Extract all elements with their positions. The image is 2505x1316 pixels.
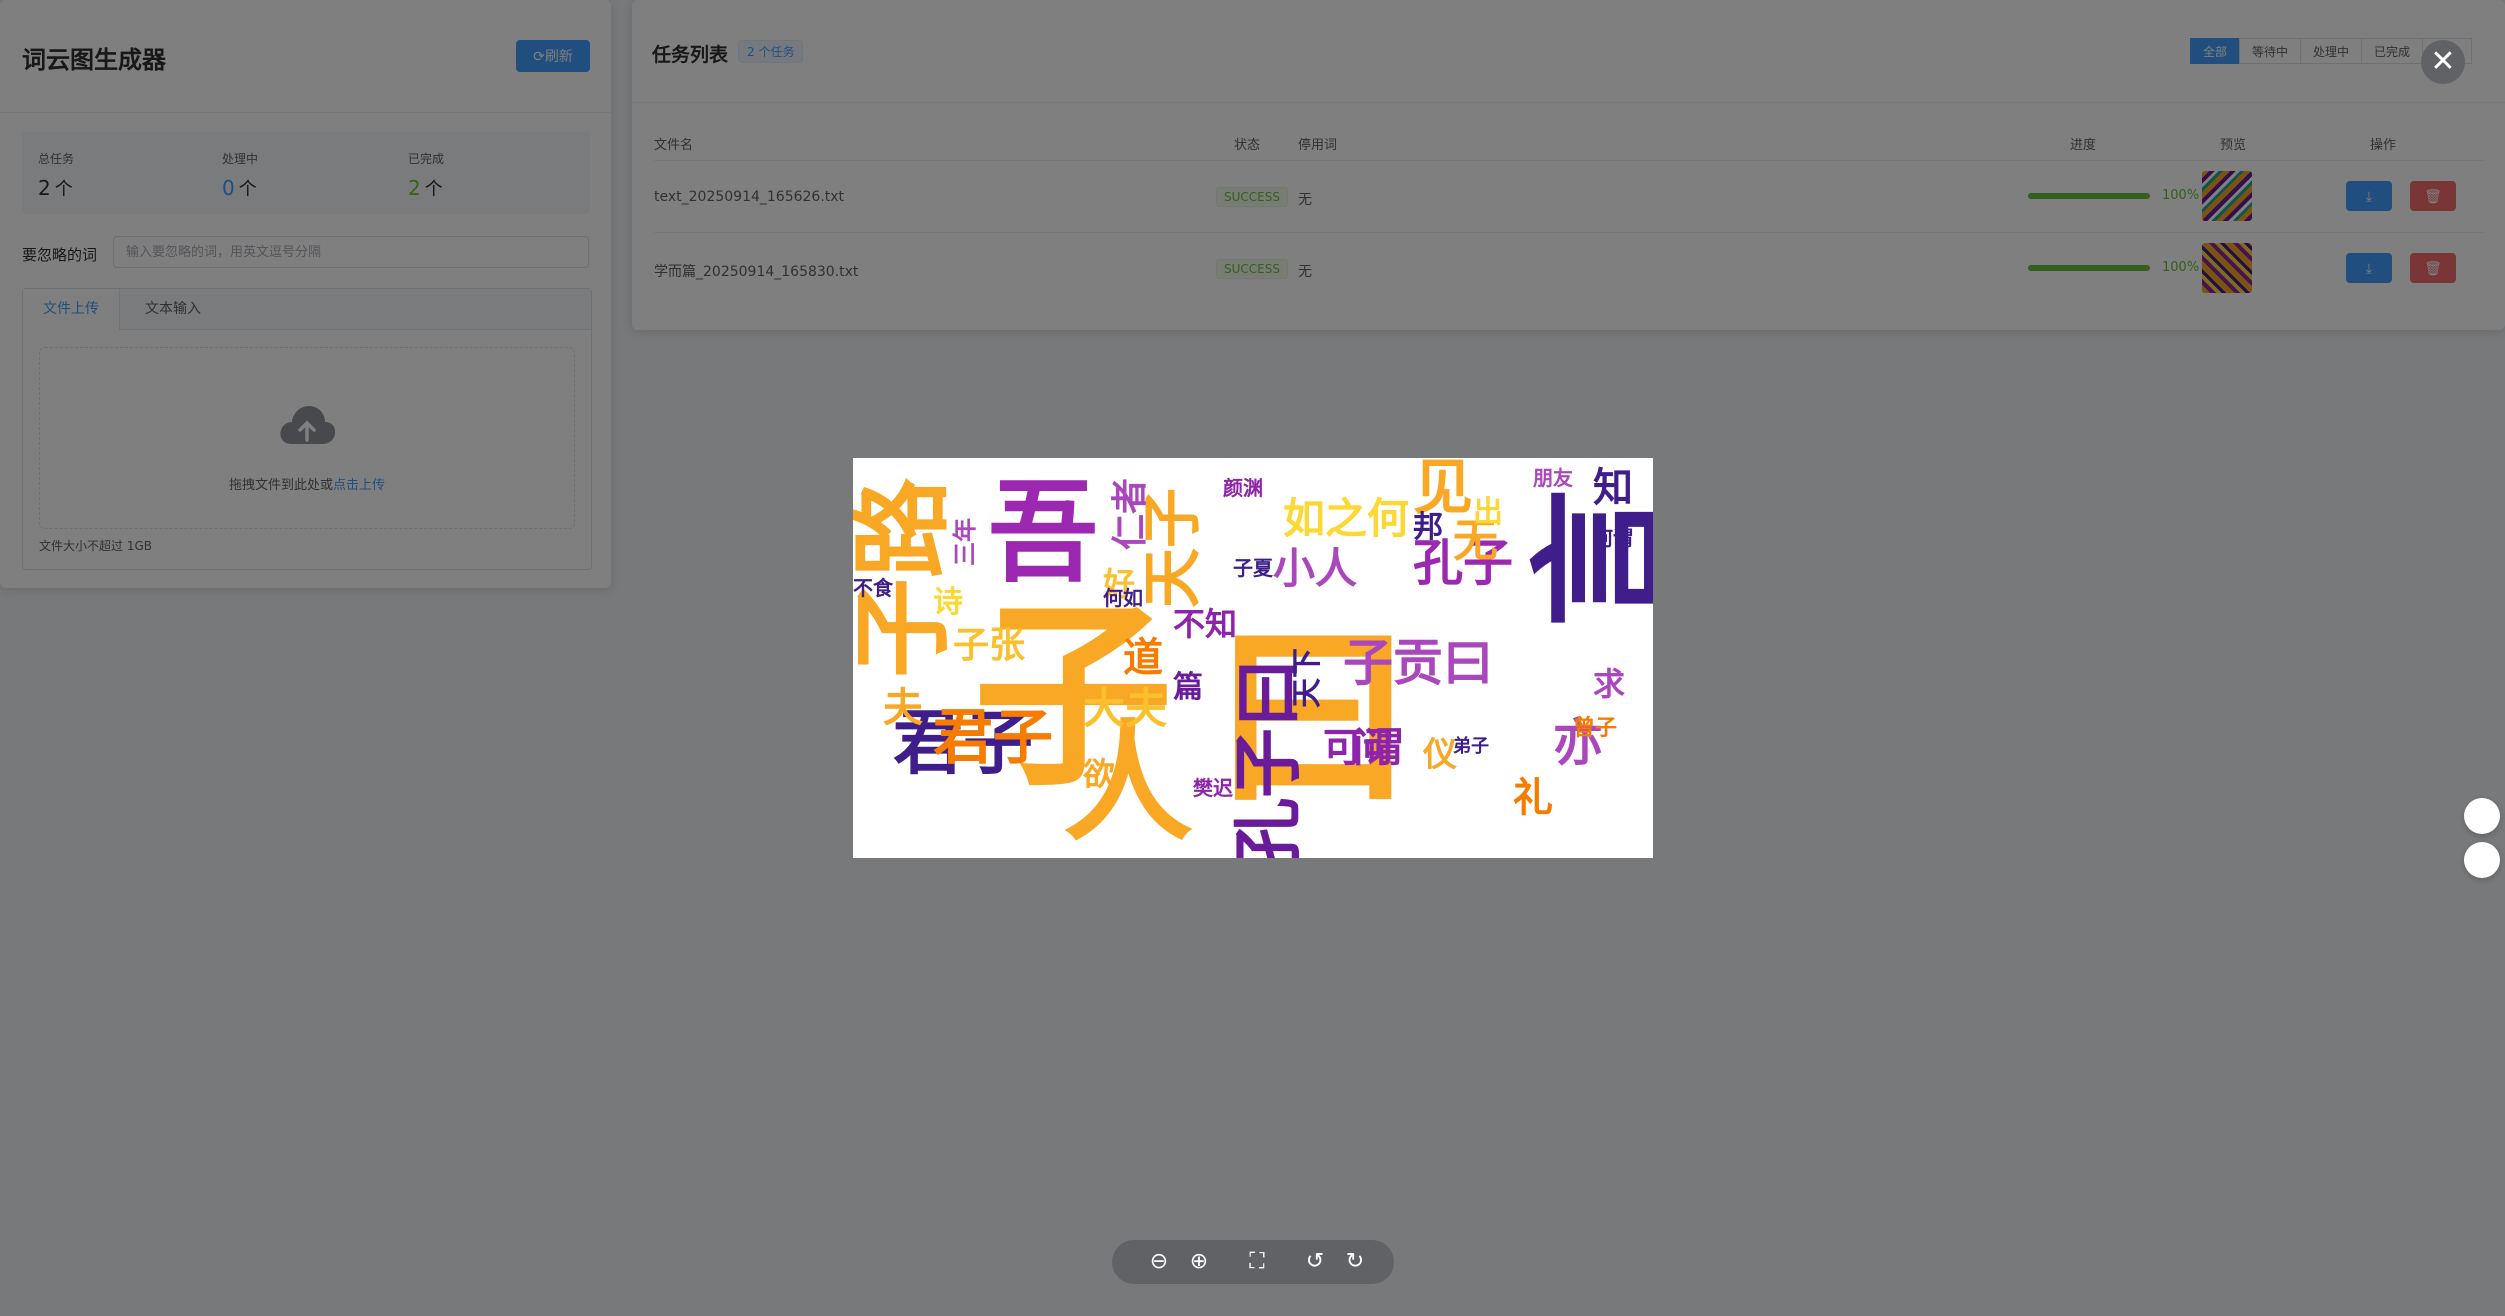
close-viewer-button[interactable]: ✕ (2421, 40, 2465, 84)
wordcloud-word: 见 (1413, 458, 1473, 523)
wordcloud-word: 曾子 (1573, 716, 1618, 741)
wordcloud-word: 樊迟 (1193, 776, 1233, 800)
wordcloud-word: 不知 (1173, 605, 1238, 643)
side-assistant-button[interactable] (2464, 842, 2500, 878)
wordcloud-word: 礼 (1513, 775, 1553, 821)
wordcloud-word: 颜渊 (1223, 476, 1263, 500)
wordcloud-word: 篇 (1173, 670, 1203, 705)
wordcloud-preview-image[interactable]: 子曰人君子吾子路言孔子曰子贡曰天子如之何小人见孔子君子可谓大夫知无仁者道问亦礼好… (853, 458, 1653, 858)
image-viewer-overlay[interactable]: 子曰人君子吾子路言孔子曰子贡曰天子如之何小人见孔子君子可谓大夫知无仁者道问亦礼好… (0, 0, 2505, 1316)
wordcloud-word: 道 (1123, 635, 1163, 681)
wordcloud-word: 大夫 (1083, 684, 1168, 733)
wordcloud-word: 诗 (933, 585, 963, 620)
wordcloud-word: 何如 (1103, 586, 1143, 610)
wordcloud-word: 如之何 (1283, 494, 1410, 543)
wordcloud-word: 知 (1593, 465, 1633, 511)
zoom-out-icon[interactable]: ⊖ (1144, 1248, 1174, 1278)
wordcloud-word: 子贡曰 (1343, 634, 1493, 692)
close-icon: ✕ (2430, 45, 2456, 78)
wordcloud-word: 欲 (1083, 755, 1116, 793)
wordcloud-word: 吾 (988, 469, 1098, 597)
wordcloud-word: 朋友 (1533, 466, 1573, 490)
wordcloud-word: 不食 (853, 576, 893, 600)
wordcloud-word: 三年 (951, 518, 979, 566)
wordcloud-word: 问 (1353, 725, 1393, 771)
rotate-right-icon[interactable]: ↻ (1340, 1248, 1370, 1278)
wordcloud-word: 仪 (1423, 735, 1457, 775)
wordcloud-word: 小人 (1273, 544, 1358, 593)
rotate-left-icon[interactable]: ↺ (1300, 1248, 1330, 1278)
wordcloud-word: 天子 (1138, 488, 1208, 608)
wordcloud-word: 子夏 (1233, 556, 1273, 580)
viewer-toolbar: ⊖ ⊕ ⛶ ↺ ↻ (1112, 1240, 1394, 1284)
side-tool-button[interactable] (2464, 798, 2500, 834)
wordcloud-word: 天下 (1290, 648, 1325, 708)
wordcloud-word: 夫 (883, 685, 923, 731)
wordcloud-word: 君子 (933, 703, 1053, 773)
zoom-in-icon[interactable]: ⊕ (1184, 1248, 1214, 1278)
wordcloud-word: 子张 (953, 625, 1026, 666)
wordcloud-word: 何谓 (1593, 526, 1633, 550)
wordcloud-word: 仁者 (1110, 478, 1151, 551)
fullscreen-icon[interactable]: ⛶ (1242, 1248, 1272, 1278)
wordcloud-word: 求 (1593, 665, 1626, 703)
wordcloud-word: 出 (1473, 495, 1503, 530)
wordcloud-word: 邦 (1413, 510, 1443, 545)
wordcloud-word: 弟子 (1453, 736, 1489, 757)
